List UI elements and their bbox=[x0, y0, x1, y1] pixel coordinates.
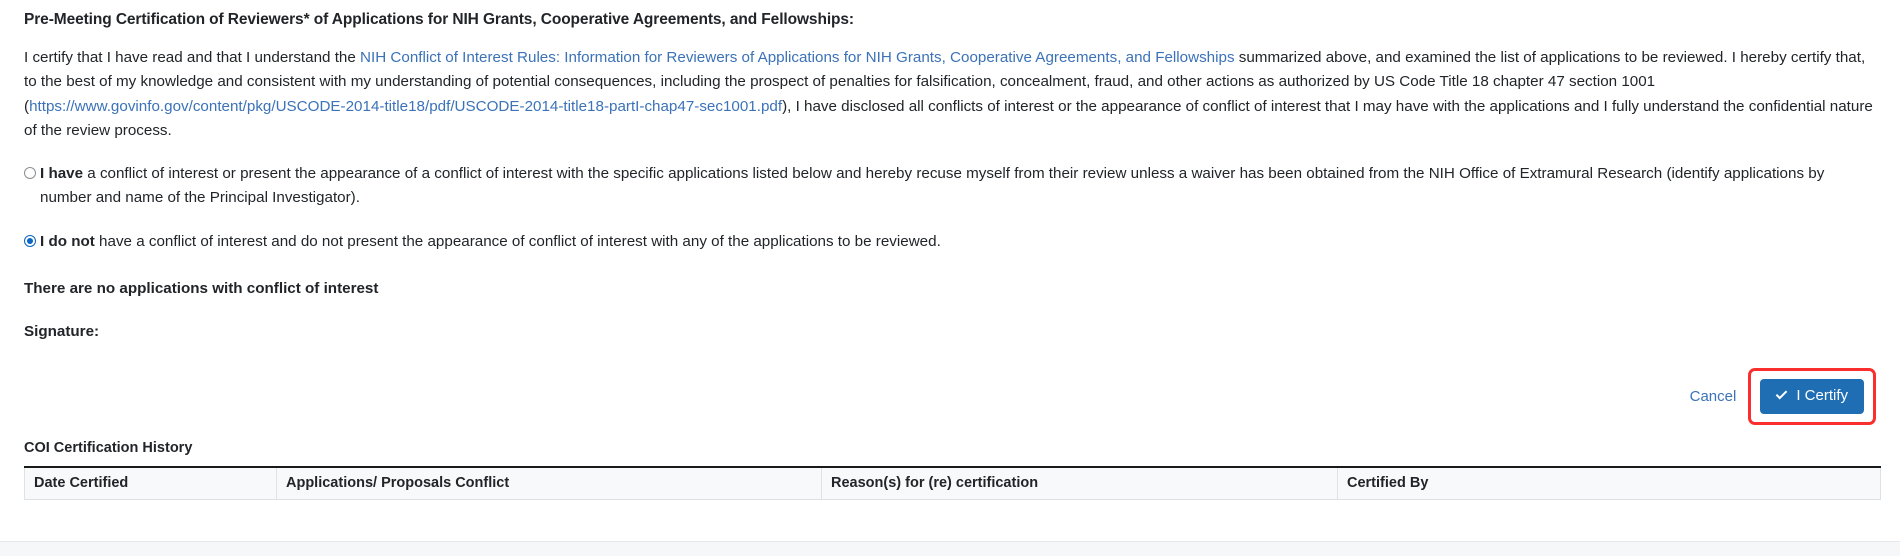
i-certify-button[interactable]: I Certify bbox=[1760, 378, 1864, 414]
table-header-row: Date Certified Applications/ Proposals C… bbox=[24, 466, 1881, 500]
page-title: Pre-Meeting Certification of Reviewers* … bbox=[24, 11, 854, 28]
column-header-certified-by: Certified By bbox=[1337, 466, 1881, 500]
signature-label: Signature: bbox=[24, 323, 100, 341]
cancel-button[interactable]: Cancel bbox=[1690, 388, 1737, 405]
certification-statement: I certify that I have read and that I un… bbox=[24, 46, 1876, 143]
uscode-pdf-link[interactable]: https://www.govinfo.gov/content/pkg/USCO… bbox=[29, 98, 782, 115]
coi-certification-page: Pre-Meeting Certification of Reviewers* … bbox=[0, 0, 1900, 556]
i-certify-label: I Certify bbox=[1796, 386, 1848, 404]
no-conflict-message: There are no applications with conflict … bbox=[24, 280, 379, 298]
nih-coi-rules-link[interactable]: NIH Conflict of Interest Rules: Informat… bbox=[360, 49, 1235, 66]
certification-text-before-link: I certify that I have read and that I un… bbox=[24, 49, 361, 66]
option-i-have-bold: I have bbox=[40, 165, 84, 183]
option-i-do-not-rest: have a conflict of interest and do not p… bbox=[94, 232, 941, 250]
certify-highlight-box: I Certify bbox=[1748, 367, 1876, 425]
column-header-reason: Reason(s) for (re) certification bbox=[821, 466, 1338, 500]
footer-band bbox=[0, 541, 1900, 556]
option-i-do-not-bold: I do not bbox=[40, 232, 95, 250]
coi-history-table: Date Certified Applications/ Proposals C… bbox=[24, 466, 1881, 500]
radio-i-have[interactable] bbox=[24, 167, 36, 180]
option-i-have-label: I have a conflict of interest or present… bbox=[40, 162, 1876, 211]
column-header-date-certified: Date Certified bbox=[24, 466, 277, 500]
radio-i-do-not[interactable] bbox=[24, 234, 36, 247]
option-i-have[interactable]: I have a conflict of interest or present… bbox=[24, 162, 1876, 211]
history-section-title: COI Certification History bbox=[24, 440, 193, 456]
column-header-applications-conflict: Applications/ Proposals Conflict bbox=[276, 466, 822, 500]
option-i-do-not[interactable]: I do not have a conflict of interest and… bbox=[24, 230, 1876, 254]
form-actions: Cancel I Certify bbox=[1690, 365, 1876, 427]
option-i-do-not-label: I do not have a conflict of interest and… bbox=[40, 230, 1876, 254]
check-icon bbox=[1776, 390, 1788, 400]
option-i-have-rest: a conflict of interest or present the ap… bbox=[40, 165, 1825, 207]
